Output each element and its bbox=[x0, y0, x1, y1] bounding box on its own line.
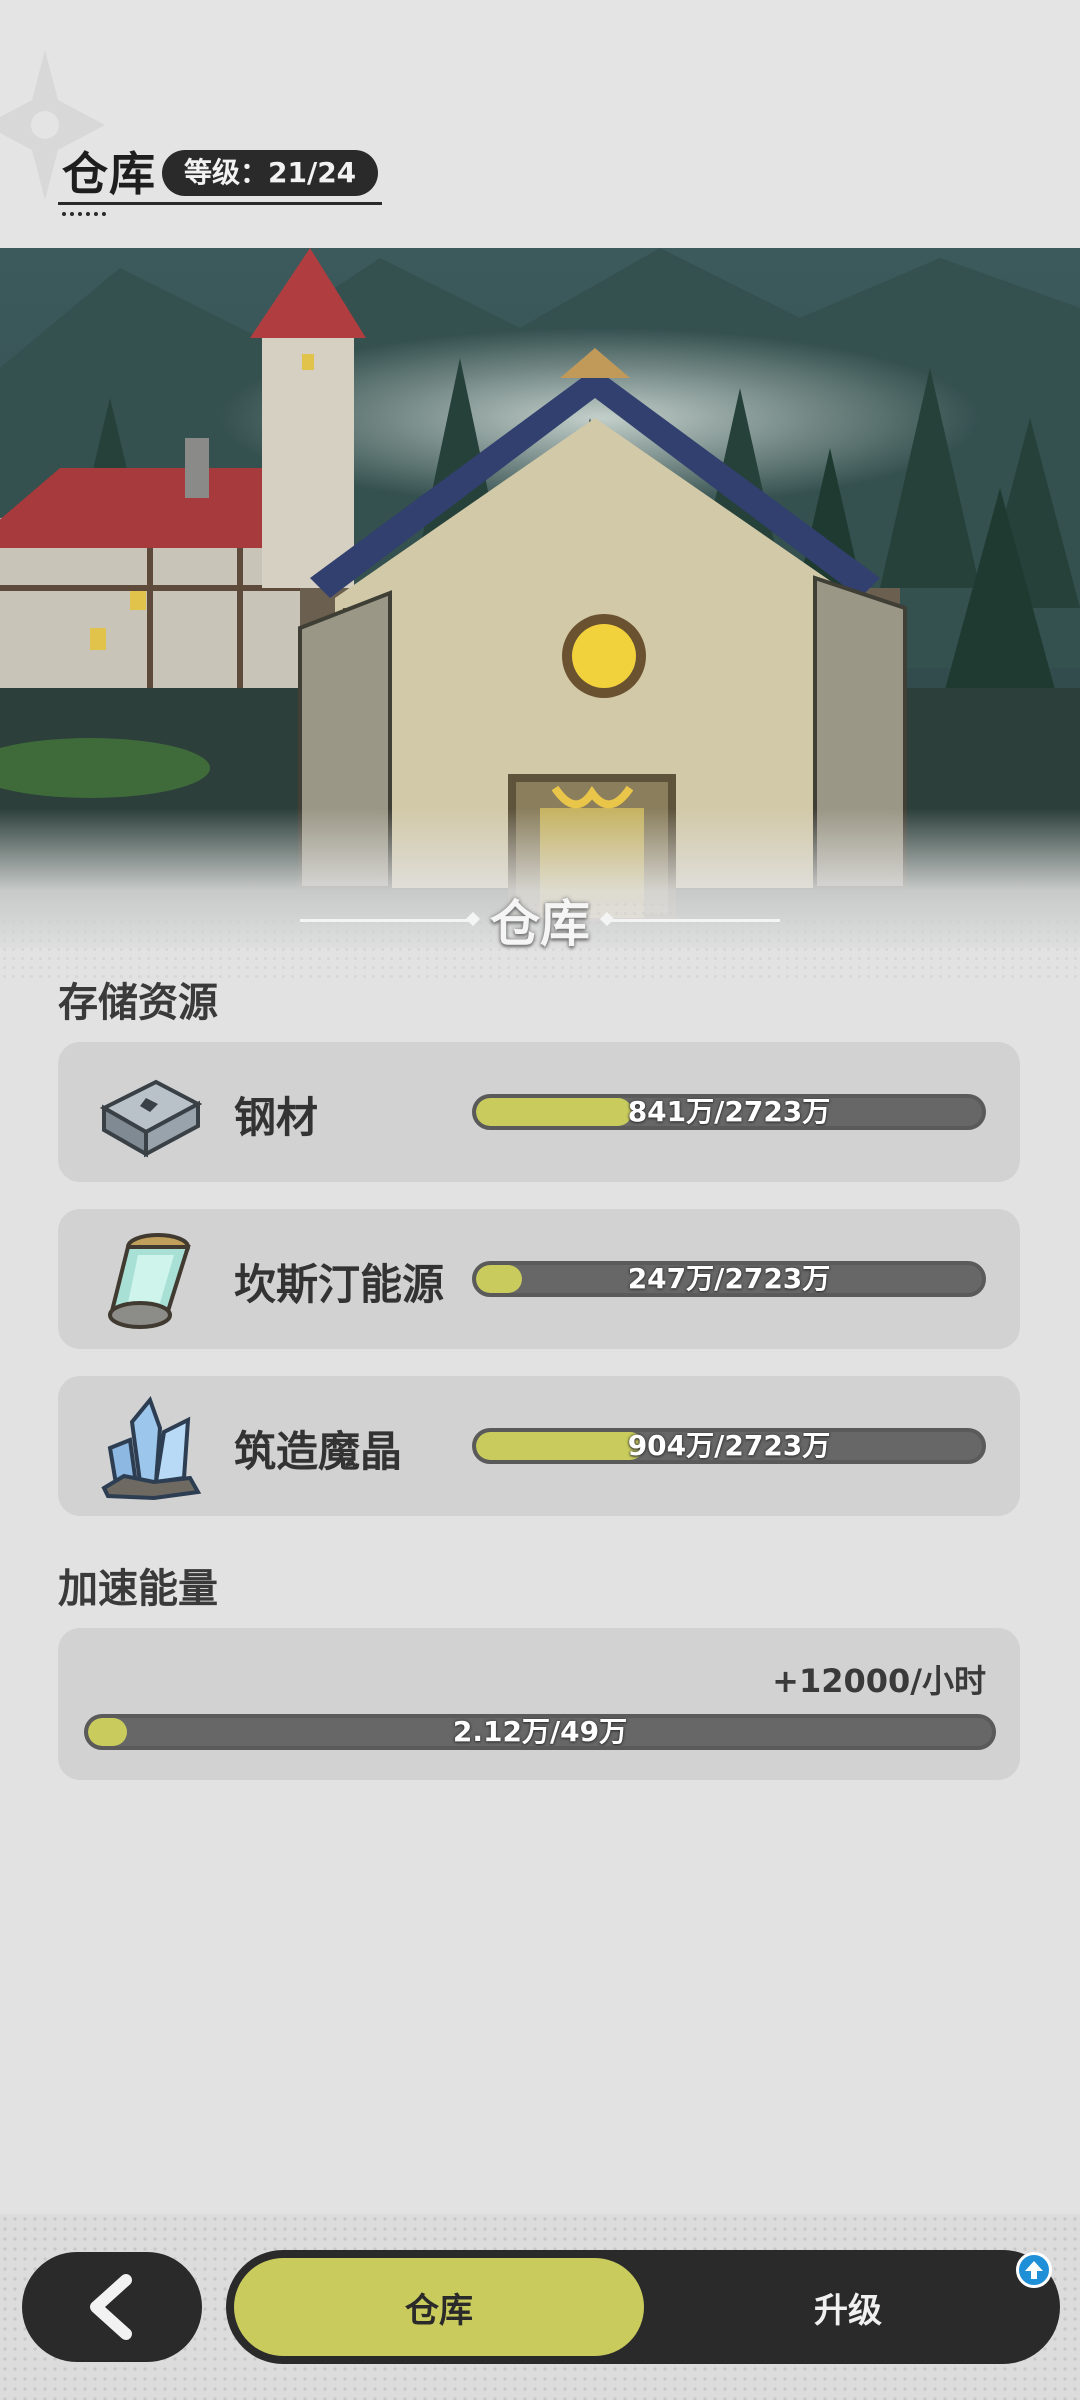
accel-energy-card: +12000/小时 2.12万/49万 bbox=[58, 1628, 1020, 1780]
resource-name: 钢材 bbox=[234, 1093, 319, 1142]
resource-name: 坎斯汀能源 bbox=[234, 1260, 445, 1309]
upgrade-available-badge bbox=[1016, 2252, 1052, 2288]
resource-card-crystal: 筑造魔晶 904万/2723万 bbox=[58, 1376, 1020, 1516]
resource-progress-bar: 247万/2723万 bbox=[472, 1261, 986, 1297]
tab-group: 仓库 升级 bbox=[226, 2250, 1060, 2364]
banner-title: 仓库 bbox=[490, 895, 590, 953]
progress-text: 2.12万/49万 bbox=[452, 1715, 628, 1748]
level-badge: 等级：21/24 bbox=[162, 150, 379, 196]
upgrade-arrow-icon bbox=[1025, 2261, 1043, 2279]
tab-warehouse[interactable]: 仓库 bbox=[234, 2258, 644, 2356]
warehouse-scene-image bbox=[0, 248, 1080, 948]
page-header: 仓库 等级：21/24 bbox=[0, 0, 1080, 248]
banner-line-left bbox=[300, 918, 474, 922]
steel-icon bbox=[99, 1079, 203, 1158]
tab-upgrade[interactable]: 升级 bbox=[644, 2258, 1052, 2356]
accel-rate: +12000/小时 bbox=[772, 1662, 986, 1700]
resource-progress-bar: 904万/2723万 bbox=[472, 1428, 986, 1464]
accel-section-title: 加速能量 bbox=[58, 1566, 218, 1612]
title-underline-dots bbox=[62, 212, 106, 216]
back-button[interactable] bbox=[22, 2252, 202, 2362]
storage-section-title: 存储资源 bbox=[58, 980, 218, 1026]
scene-banner: 仓库 bbox=[300, 880, 780, 960]
crystal-icon bbox=[101, 1395, 202, 1501]
resource-card-steel: 钢材 841万/2723万 bbox=[58, 1042, 1020, 1182]
banner-line-right bbox=[606, 918, 780, 922]
energy-canister-icon bbox=[108, 1233, 191, 1329]
title-underline bbox=[58, 202, 382, 205]
resource-progress-bar: 841万/2723万 bbox=[472, 1094, 986, 1130]
page-title: 仓库 bbox=[62, 147, 156, 201]
resource-card-energy: 坎斯汀能源 247万/2723万 bbox=[58, 1209, 1020, 1349]
resource-name: 筑造魔晶 bbox=[234, 1427, 403, 1476]
progress-text: 247万/2723万 bbox=[627, 1262, 831, 1295]
progress-text: 904万/2723万 bbox=[627, 1429, 831, 1462]
accel-progress-bar: 2.12万/49万 bbox=[84, 1714, 996, 1750]
progress-text: 841万/2723万 bbox=[627, 1095, 831, 1128]
back-arrow-icon bbox=[90, 2274, 132, 2340]
